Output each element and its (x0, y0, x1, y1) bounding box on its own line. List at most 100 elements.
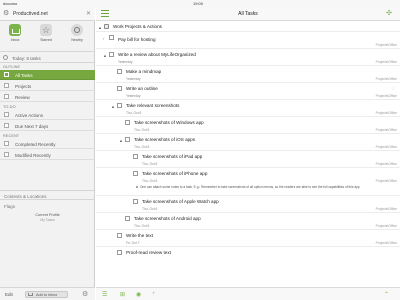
collapse-icon[interactable]: ▲ (98, 25, 102, 30)
calendar-icon (4, 123, 9, 128)
task-date: Thu, Oct 6 (142, 179, 158, 183)
add-to-inbox-button[interactable]: Add to Inbox (25, 291, 68, 298)
task-checkbox[interactable] (109, 52, 114, 57)
task-row[interactable]: Take screenshots of Apple Watch app Thu,… (96, 197, 400, 213)
task-row[interactable]: Make a mindmap Yesterday Projects\Office (96, 67, 400, 83)
carrier-label: docomo (3, 1, 18, 6)
list-icon (4, 72, 9, 77)
gear-icon[interactable]: ⚙ (82, 290, 88, 298)
task-context: Projects\Office (375, 207, 397, 211)
task-row[interactable]: Write the text Fri, Oct 7 Projects\Offic… (96, 231, 400, 247)
task-context: Projects\Office (375, 94, 397, 98)
task-checkbox[interactable] (117, 69, 122, 74)
section-label-recent: RECENT (3, 134, 20, 138)
sidebar-item-projects[interactable]: Projects (0, 81, 95, 91)
task-row[interactable]: Proof-read review text (96, 248, 400, 258)
location-icon (71, 24, 83, 36)
task-checkbox[interactable] (109, 35, 114, 40)
task-checkbox[interactable] (117, 250, 122, 255)
task-context: Projects\Office (375, 145, 397, 149)
today-label: Today: 5 tasks (12, 56, 41, 61)
eye-icon[interactable]: ◉ (136, 291, 141, 298)
edit-button[interactable]: Edit (5, 292, 13, 297)
task-title: Take screenshots of Apple Watch app (142, 199, 219, 204)
sidebar-item-all-tasks[interactable]: All Tasks (0, 70, 95, 80)
star-icon[interactable]: ☆ (391, 85, 396, 92)
sidebar-item-label: All Tasks (15, 73, 33, 78)
perspective-nearby[interactable]: Nearby (68, 24, 86, 42)
sidebar-item-completed-recently[interactable]: Completed Recently (0, 139, 95, 149)
expand-icon[interactable]: › (103, 36, 104, 41)
sidebar-item-label: Projects (15, 84, 32, 89)
task-checkbox[interactable] (125, 216, 130, 221)
chevron-up-icon[interactable]: ⌃ (384, 291, 389, 298)
task-checkbox[interactable] (117, 233, 122, 238)
perspective-inbox[interactable]: Inbox (6, 24, 24, 42)
contexts-row[interactable]: Contexts & Locations (0, 190, 95, 200)
task-checkbox[interactable] (117, 86, 122, 91)
task-checkbox[interactable] (133, 199, 138, 204)
task-row[interactable]: ▲ Take screenshots of iOS apps Thu, Oct … (96, 135, 400, 151)
collapse-icon[interactable]: ▲ (119, 138, 123, 143)
sidebar-item-label: Modified Recently (15, 153, 51, 158)
sidebar-item-active-actions[interactable]: Active Actions (0, 110, 95, 120)
collapse-icon[interactable]: ▲ (111, 104, 115, 109)
checkbox-icon (4, 112, 9, 117)
task-title: Proof-read review text (126, 250, 171, 255)
task-context: Projects\Office (375, 60, 397, 64)
perspective-label: Inbox (10, 38, 20, 42)
task-row[interactable]: Take screenshots of iPad app Thu, Oct 6 … (96, 152, 400, 168)
task-row[interactable]: ▲ Write a review about MyLifeOrganized Y… (96, 50, 400, 66)
task-date: Thu, Oct 6 (134, 145, 150, 149)
inbox-tray-icon (28, 293, 33, 296)
settings-icon[interactable]: ⚙ (3, 10, 11, 18)
list-view-icon[interactable]: ☰ (102, 291, 107, 298)
task-checkbox[interactable] (125, 120, 130, 125)
perspective-starred[interactable]: Starred (37, 24, 55, 42)
add-subtask-icon[interactable]: ⊞ (120, 291, 125, 298)
note-icon (136, 186, 138, 189)
task-title: Take screenshots of iPad app (142, 154, 203, 159)
task-context: Projects\Office (375, 224, 397, 228)
sidebar: ⚙ Productived.net ✕ Inbox Starred Nearby… (0, 7, 95, 300)
task-title: Take screenshots of Windows app (134, 120, 204, 125)
perspective-label: Starred (40, 38, 52, 42)
task-date: Yesterday (118, 60, 133, 64)
section-label-todo: TO-DO (3, 105, 16, 109)
task-checkbox[interactable] (133, 154, 138, 159)
task-date: Fri, Oct 7 (126, 241, 140, 245)
task-date: Thu, Oct 6 (126, 111, 142, 115)
task-row[interactable]: › Pay bill for hosting Projects\Office (96, 33, 400, 49)
profile-title: Current Profile (35, 213, 60, 217)
task-row[interactable]: Take screenshots of iPhone app Thu, Oct … (96, 169, 400, 196)
task-context: Projects\Office (375, 162, 397, 166)
close-sidebar-icon[interactable]: ✕ (86, 10, 91, 17)
task-checkbox[interactable] (125, 137, 130, 142)
add-task-icon[interactable]: ✣ (386, 9, 392, 17)
sidebar-item-modified-recently[interactable]: Modified Recently (0, 150, 95, 160)
sidebar-item-label: Completed Recently (15, 142, 56, 147)
task-row[interactable]: ▲ Work Projects & Actions (96, 22, 400, 32)
inbox-icon (9, 24, 21, 36)
sidebar-item-label: Active Actions (15, 113, 44, 118)
sidebar-item-label: Due Next 7 days (15, 124, 49, 129)
today-row[interactable]: Today: 5 tasks (0, 53, 95, 63)
task-row[interactable]: Take screenshots of Android app Thu, Oct… (96, 214, 400, 230)
task-row[interactable]: ▲ Take relevant screenshots Thu, Oct 6 P… (96, 101, 400, 117)
main-header: All Tasks ✣ (96, 7, 400, 21)
sidebar-header: ⚙ Productived.net ✕ (0, 7, 95, 21)
task-checkbox[interactable] (117, 103, 122, 108)
folder-checkbox[interactable] (104, 24, 109, 29)
task-checkbox[interactable] (133, 171, 138, 176)
task-title: Work Projects & Actions (113, 24, 162, 29)
section-label-outline: OUTLINE (3, 65, 21, 69)
sidebar-footer: Edit Add to Inbox ⚙ (0, 287, 95, 300)
sidebar-item-review[interactable]: Review (0, 92, 95, 102)
sidebar-item-due-next[interactable]: Due Next 7 days (0, 121, 95, 131)
task-row[interactable]: Write an outline Yesterday Projects\Offi… (96, 84, 400, 100)
add-icon[interactable]: + (152, 291, 156, 297)
collapse-icon[interactable]: ▲ (103, 53, 107, 58)
flags-label[interactable]: Flags (4, 204, 15, 209)
task-row[interactable]: Take screenshots of Windows app Thu, Oct… (96, 118, 400, 134)
current-profile[interactable]: Current Profile My Tasks (0, 213, 95, 222)
